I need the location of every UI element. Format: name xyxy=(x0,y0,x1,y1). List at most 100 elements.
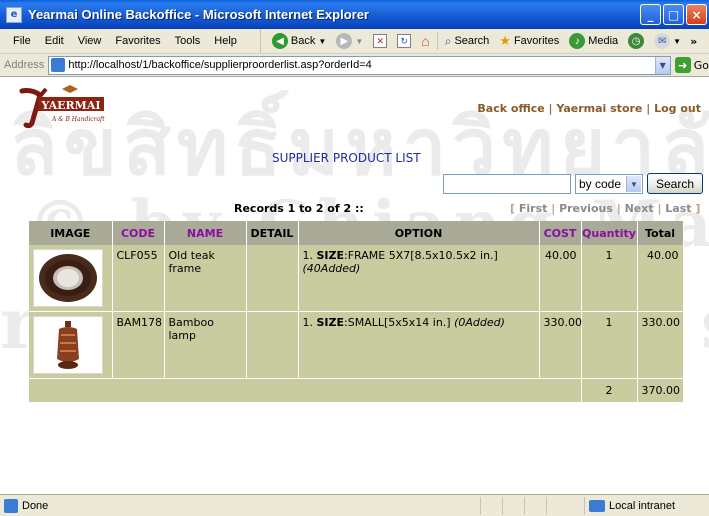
favorites-toolbar-button[interactable]: ★ Favorites xyxy=(494,29,564,53)
row-name: Bamboo lamp xyxy=(164,311,247,379)
yaermai-logo[interactable]: YAERMAI A & B Handicraft xyxy=(18,85,110,129)
header-code[interactable]: CODE xyxy=(112,221,165,245)
search-button[interactable]: Search xyxy=(647,173,703,194)
menu-edit[interactable]: Edit xyxy=(38,35,71,47)
row-image-cell xyxy=(29,311,113,379)
search-by-value: by code xyxy=(579,177,622,191)
back-dropdown-icon[interactable]: ▼ xyxy=(318,37,326,46)
address-label: Address xyxy=(4,59,45,71)
row-code: CLF055 xyxy=(112,245,165,312)
mail-button[interactable]: ✉ ▼ xyxy=(649,29,686,53)
nav-log-out-link[interactable]: Log out xyxy=(654,102,701,115)
go-label: Go xyxy=(693,58,709,72)
nav-separator: | xyxy=(642,102,655,115)
pager-last-link[interactable]: Last xyxy=(665,202,691,215)
header-option: OPTION xyxy=(298,221,540,245)
toolbar-more-chevron[interactable]: » xyxy=(690,35,697,48)
media-toolbar-label: Media xyxy=(588,35,619,47)
menu-help[interactable]: Help xyxy=(207,35,244,47)
row-total: 40.00 xyxy=(637,245,684,312)
magnifier-icon: ⌕ xyxy=(444,33,452,48)
row-option: 1. SIZE:FRAME 5X7[8.5x10.5x2 in.] (40Add… xyxy=(298,245,540,312)
close-button[interactable]: × xyxy=(686,4,707,25)
option-index: 1. xyxy=(302,316,314,329)
page-icon xyxy=(51,58,66,72)
address-box[interactable]: ▼ xyxy=(48,55,671,75)
page-done-icon xyxy=(4,498,18,513)
local-intranet-icon xyxy=(589,500,605,512)
pager-previous-link[interactable]: Previous xyxy=(559,202,613,215)
star-icon: ★ xyxy=(499,33,511,48)
status-cell xyxy=(502,497,524,515)
row-option: 1. SIZE:SMALL[5x5x14 in.] (0Added) xyxy=(298,311,540,379)
menu-favorites[interactable]: Favorites xyxy=(108,35,167,47)
pager-next-link[interactable]: Next xyxy=(625,202,654,215)
window-titlebar: e Yearmai Online Backoffice - Microsoft … xyxy=(0,0,709,29)
chevron-down-icon[interactable]: ▼ xyxy=(626,176,641,192)
supplier-product-table: IMAGE CODE NAME DETAIL OPTION COST Quant… xyxy=(29,221,684,403)
product-thumbnail[interactable] xyxy=(33,249,103,307)
menu-view[interactable]: View xyxy=(71,35,109,47)
option-attribute: SIZE xyxy=(316,316,345,329)
back-label: Back xyxy=(290,35,316,47)
table-totals-row: 2 370.00 xyxy=(29,378,684,403)
back-button[interactable]: ◀ Back ▼ xyxy=(267,29,331,53)
option-value: :FRAME 5X7[8.5x10.5x2 in.] xyxy=(344,249,498,262)
option-attribute: SIZE xyxy=(316,249,345,262)
logo-text: YAERMAI xyxy=(40,99,100,112)
menu-file[interactable]: File xyxy=(6,35,38,47)
maximize-button[interactable]: □ xyxy=(663,4,684,25)
history-button[interactable]: ◷ xyxy=(623,29,649,53)
media-icon: ♪ xyxy=(569,33,586,49)
nav-back-office-link[interactable]: Back office xyxy=(477,102,544,115)
search-input[interactable] xyxy=(443,174,571,194)
header-quantity[interactable]: Quantity xyxy=(581,221,638,245)
search-by-select[interactable]: by code ▼ xyxy=(575,174,643,194)
top-navigation: Back office | Yaermai store | Log out xyxy=(477,102,701,115)
favorites-toolbar-label: Favorites xyxy=(513,35,560,47)
go-arrow-icon: ➜ xyxy=(674,57,691,73)
table-header-row: IMAGE CODE NAME DETAIL OPTION COST Quant… xyxy=(29,221,684,245)
address-input[interactable] xyxy=(68,57,655,73)
nav-yaermai-store-link[interactable]: Yaermai store xyxy=(556,102,642,115)
status-cell xyxy=(480,497,502,515)
option-index: 1. xyxy=(302,249,314,262)
stop-icon: ✕ xyxy=(373,34,388,48)
row-quantity: 1 xyxy=(581,245,638,312)
back-arrow-icon: ◀ xyxy=(271,33,288,49)
pager-first-link[interactable]: First xyxy=(519,202,548,215)
status-text: Done xyxy=(22,499,49,512)
go-button[interactable]: ➜ Go xyxy=(674,57,709,73)
home-icon: ⌂ xyxy=(421,33,430,49)
totals-quantity: 2 xyxy=(581,378,638,403)
menu-tools[interactable]: Tools xyxy=(168,35,208,47)
address-dropdown-icon[interactable]: ▼ xyxy=(654,56,670,74)
forward-button[interactable]: ▶ ▼ xyxy=(331,29,368,53)
zone-label: Local intranet xyxy=(609,500,676,512)
menu-items: File Edit View Favorites Tools Help xyxy=(0,29,244,53)
mail-icon: ✉ xyxy=(654,33,671,49)
minimize-button[interactable]: _ xyxy=(640,4,661,25)
header-cost[interactable]: COST xyxy=(539,221,582,245)
option-value: :SMALL[5x5x14 in.] xyxy=(344,316,451,329)
nav-separator: | xyxy=(544,102,557,115)
home-button[interactable]: ⌂ xyxy=(416,29,434,53)
history-icon: ◷ xyxy=(628,33,645,49)
header-name[interactable]: NAME xyxy=(164,221,247,245)
yaermai-logo-graphic: YAERMAI A & B Handicraft xyxy=(19,85,105,129)
search-toolbar-button[interactable]: ⌕ Search xyxy=(440,29,495,53)
stop-button[interactable]: ✕ xyxy=(368,29,392,53)
media-toolbar-button[interactable]: ♪ Media xyxy=(564,29,623,53)
records-count: Records 1 to 2 of 2 :: xyxy=(234,202,364,215)
row-detail xyxy=(246,311,299,379)
forward-dropdown-icon[interactable]: ▼ xyxy=(355,37,363,46)
status-bar: Done Local intranet xyxy=(0,494,709,516)
row-name: Old teak frame xyxy=(164,245,247,312)
mail-dropdown-icon[interactable]: ▼ xyxy=(673,37,681,46)
product-thumbnail[interactable] xyxy=(33,316,103,374)
address-bar: Address ▼ ➜ Go xyxy=(0,54,709,77)
option-stock: (0Added) xyxy=(454,316,505,329)
page-content: ลิขสิทธิ์มหาวิทยาลัยเชียงใหม่ © by Chian… xyxy=(0,77,709,494)
status-cell xyxy=(546,497,568,515)
refresh-button[interactable]: ↻ xyxy=(392,29,416,53)
